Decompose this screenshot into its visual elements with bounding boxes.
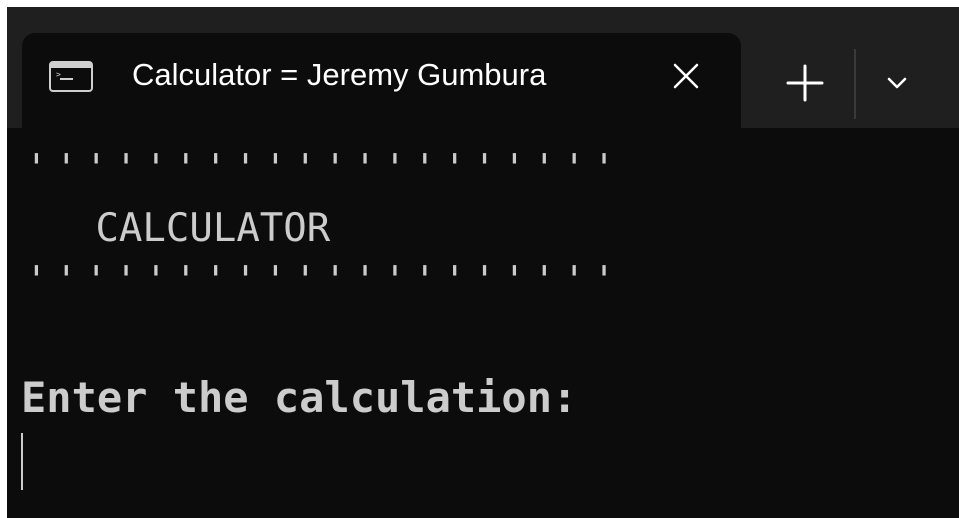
terminal-icon: >: [49, 61, 93, 92]
title-bar: > Calculator = Jeremy Gumbura: [7, 7, 959, 129]
banner-border-top: '''''''''''''''''''': [25, 146, 623, 190]
tab-calculator[interactable]: > Calculator = Jeremy Gumbura: [22, 33, 741, 129]
input-prompt: Enter the calculation:: [21, 373, 578, 422]
text-cursor[interactable]: [21, 433, 23, 490]
banner-border-bottom: '''''''''''''''''''': [25, 258, 623, 302]
tab-title: Calculator = Jeremy Gumbura: [132, 57, 547, 92]
terminal-output[interactable]: '''''''''''''''''''' CALCULATOR ''''''''…: [7, 128, 959, 518]
chevron-down-icon: [887, 77, 907, 89]
plus-icon: [786, 64, 824, 102]
new-tab-button[interactable]: [785, 63, 825, 103]
close-icon[interactable]: [671, 61, 701, 91]
tab-dropdown-button[interactable]: [883, 69, 911, 97]
banner-title: CALCULATOR: [25, 206, 331, 251]
terminal-window: > Calculator = Jeremy Gumbura ''''''''''…: [7, 7, 959, 518]
titlebar-separator: [854, 49, 856, 119]
